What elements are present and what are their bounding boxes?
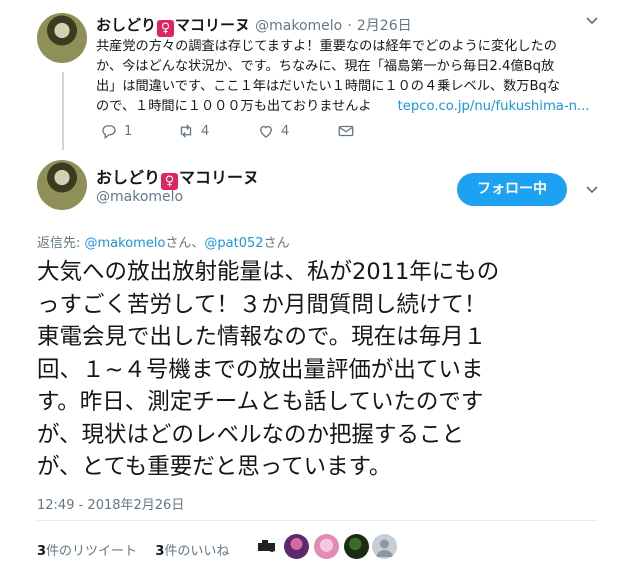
tweet-text-line: 共産党の方々の調査は存じてますよ！重要なのは経年でどのように変化したの [96, 39, 557, 54]
default-profile-icon [376, 539, 393, 557]
retweet-icon [180, 124, 192, 138]
retweet-count: 4 [201, 123, 210, 139]
like-count: 4 [281, 123, 290, 139]
engagement-stats: 3件のリツイート 3件のいいね [37, 540, 229, 559]
display-name[interactable]: おしどり ♀ マコリーヌ [96, 164, 259, 190]
liker-avatar[interactable] [314, 534, 339, 559]
reply-count: 1 [124, 123, 133, 139]
tweet-text-line: 大気への放出放射能量は、私が2011年にもの [37, 259, 500, 285]
mention-link[interactable]: @pat052 [204, 236, 263, 251]
like-button[interactable]: 4 [257, 122, 289, 140]
envelope-icon [338, 125, 354, 137]
tweet-text-line: っすごく苦労して！３か月間質問し続けて！ [37, 291, 487, 318]
tweet-text-line: が、とても重要だと思っています。 [37, 454, 392, 480]
tweet-text-line: 東電会見で出した情報なので。現在は毎月１ [37, 324, 487, 350]
retweets-stat[interactable]: 3件のリツイート [37, 544, 137, 559]
tweet-text-line: が、現状はどのレベルなのか把握すること [37, 421, 465, 448]
liker-avatar[interactable] [284, 534, 309, 559]
tweet-text-line: 出」は間違いです、ここ１年はだいたい１時間に１０の４乗レベル、数万Bqな [96, 79, 561, 94]
tweet-text-line: す。昨日、測定チームとも話していたのです [37, 389, 484, 415]
tweet-timestamp[interactable]: 12:49 - 2018年2月26日 [37, 494, 184, 513]
user-handle[interactable]: @makomelo [255, 18, 342, 34]
tweet-text-line: ので、１時間に１０００万も出ておりませんよ tepco.co.jp/nu/fuku… [96, 99, 590, 114]
tepco-link[interactable]: tepco.co.jp/nu/fukushima-n... [398, 99, 590, 114]
tweet-text-line: か、今はどんな状況か、です。ちなみに、現在「福島第一から毎日2.4億Bq放 [96, 59, 555, 74]
liker-avatar[interactable] [344, 534, 369, 559]
venus-emoji-icon: ♀ [161, 173, 179, 190]
heart-icon [260, 125, 272, 138]
following-button[interactable]: フォロー中 [457, 173, 567, 206]
liker-avatar[interactable] [372, 534, 397, 559]
direct-message-button[interactable] [337, 122, 355, 144]
tweet2-body: 大気への放出放射能量は、私が2011年にもの っすごく苦労して！３か月間質問し続… [37, 256, 597, 484]
venus-emoji-icon: ♀ [157, 20, 175, 37]
retweet-button[interactable]: 4 [177, 122, 209, 140]
thread-connector-line [62, 72, 64, 150]
chevron-down-icon[interactable] [585, 12, 599, 31]
reply-button[interactable]: 1 [100, 122, 132, 140]
likes-stat[interactable]: 3件のいいね [155, 544, 229, 559]
display-name[interactable]: おしどり ♀ マコリーヌ [96, 16, 250, 37]
chevron-down-icon[interactable] [585, 181, 599, 200]
avatar[interactable] [37, 13, 87, 63]
avatar[interactable] [37, 160, 87, 210]
tweet1-header: おしどり ♀ マコリーヌ @makomelo · 2月26日 [96, 14, 412, 37]
divider [37, 520, 597, 521]
date-separator: · [347, 18, 352, 34]
replying-to: 返信先: @makomeloさん、@pat052さん [37, 236, 290, 251]
mention-link[interactable]: @makomelo [85, 236, 166, 251]
liker-avatar[interactable] [254, 534, 279, 559]
tweet-text-line: 回、１~４号機までの放出量評価が出ていま [37, 356, 484, 383]
reply-icon [102, 125, 116, 140]
tweet1-body: 共産党の方々の調査は存じてますよ！重要なのは経年でどのように変化したの か、今は… [96, 37, 590, 117]
tweet-date[interactable]: 2月26日 [357, 18, 412, 34]
user-handle[interactable]: @makomelo [96, 189, 183, 205]
